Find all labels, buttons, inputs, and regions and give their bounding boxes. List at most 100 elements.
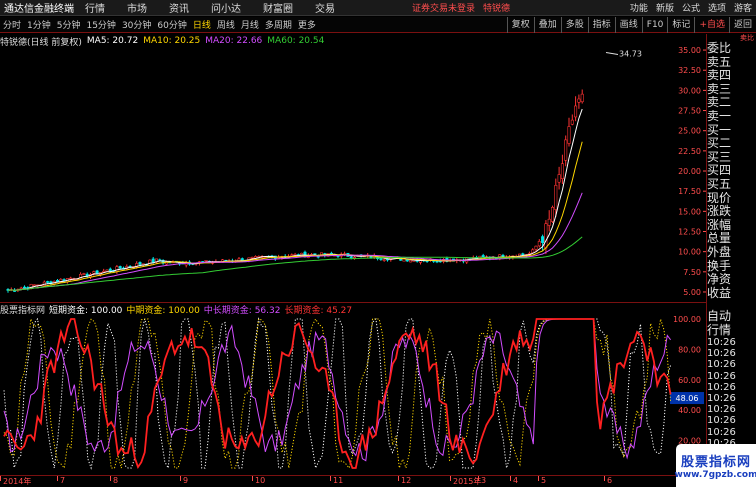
quote-field-label: 买三	[707, 149, 732, 164]
indicator-axis-label: 80.00	[678, 345, 701, 354]
menu-news[interactable]: 资讯	[158, 0, 200, 15]
indicator-chart[interactable]: 100.0080.0060.0040.0020.0048.06	[0, 303, 706, 475]
ma60-line	[7, 236, 583, 291]
short-fund-label: 短期资金: 100.00	[49, 306, 123, 316]
chart-tool-button[interactable]: 返回	[728, 16, 756, 33]
menu-quotes[interactable]: 行情	[74, 0, 116, 15]
candle-body	[382, 259, 386, 261]
timeframe-tab[interactable]: 15分钟	[83, 21, 118, 31]
candle-body	[544, 223, 548, 249]
short-fund-line	[3, 317, 672, 470]
chart-tools: 复权 叠加 多股 指标 画线 F10 标记 +自选 返回	[506, 16, 756, 33]
timeframe-tab[interactable]: 月线	[238, 21, 262, 31]
date-label: 11	[333, 476, 344, 485]
timeframe-tab[interactable]: 1分钟	[24, 21, 54, 31]
timeframe-tab[interactable]: 日线	[190, 21, 214, 31]
tick-entry: 10:26	[707, 415, 736, 427]
timeframe-tab[interactable]: 周线	[214, 21, 238, 31]
quote-field-label: 卖三	[707, 81, 732, 96]
menu-market[interactable]: 市场	[116, 0, 158, 15]
menu-guest[interactable]: 游客	[734, 1, 752, 14]
menu-new-version[interactable]: 新版	[656, 1, 674, 14]
candle-body	[554, 185, 558, 210]
quote-field-label: 收益	[707, 285, 732, 300]
price-axis-label: 17.50	[678, 187, 701, 196]
menu-function[interactable]: 功能	[630, 1, 648, 14]
auto-toggle[interactable]: 自动	[707, 309, 756, 323]
quote-field-label: 涨幅	[707, 217, 732, 232]
date-tick	[57, 476, 58, 481]
price-axis-label: 12.50	[678, 227, 701, 236]
candle-body	[550, 207, 554, 222]
candle-body	[151, 258, 155, 263]
timeframe-tab[interactable]: 5分钟	[54, 21, 84, 31]
price-axis-label: 35.00	[678, 46, 701, 55]
ma60-label: MA60: 20.54	[267, 36, 325, 46]
candle-body	[32, 284, 36, 287]
mid-fund-line	[3, 317, 672, 470]
candle-body	[567, 126, 571, 144]
date-label: 9	[183, 476, 189, 485]
date-tick	[478, 476, 479, 481]
candle-body	[560, 163, 564, 180]
menu-ask[interactable]: 问小达	[200, 0, 252, 15]
candle-body	[349, 256, 353, 259]
price-axis-label: 22.50	[678, 147, 701, 156]
top-menu-bar: 通达信金融终端 行情 市场 资讯 问小达 财富圈 交易 证券交易未登录 特锐德 …	[0, 0, 756, 16]
candle-body	[574, 105, 578, 118]
chart-tool-button[interactable]: F10	[641, 16, 668, 33]
candlestick-chart[interactable]: 35.00 32.50 30.00 27.50 25.00 22.50 20.00 17.50…	[0, 34, 706, 302]
indicator-axis-label: 60.00	[678, 376, 701, 385]
tick-entry: 10:26	[707, 404, 736, 416]
midlong-fund-label: 中长期资金: 56.32	[203, 306, 281, 316]
candle-body	[290, 254, 294, 257]
candle-body	[379, 258, 383, 260]
menu-formula[interactable]: 公式	[682, 1, 700, 14]
candle-body	[547, 218, 551, 226]
date-tick	[398, 476, 399, 481]
candle-body	[22, 286, 26, 289]
price-axis-label: 7.50	[683, 268, 701, 277]
candle-body	[92, 271, 96, 274]
menu-options[interactable]: 选项	[708, 1, 726, 14]
quote-field-label: 买一	[707, 122, 732, 137]
app-title: 通达信金融终端	[4, 4, 74, 15]
indicator-axis-label: 40.00	[678, 406, 701, 415]
menu-wealth[interactable]: 财富圈	[252, 0, 304, 15]
date-label: 8	[113, 476, 119, 485]
ma5-line	[7, 108, 583, 291]
login-notice[interactable]: 证券交易未登录	[412, 1, 475, 14]
timeframe-tab[interactable]: 更多	[295, 21, 319, 31]
price-axis-label: 30.00	[678, 86, 701, 95]
candle-body	[108, 268, 112, 272]
date-label: 10	[255, 476, 266, 485]
current-value-label: 48.06	[676, 394, 699, 403]
menu-trade[interactable]: 交易	[304, 0, 346, 15]
ma20-label: MA20: 22.66	[205, 36, 263, 46]
date-tick	[450, 476, 451, 481]
date-tick	[538, 476, 539, 481]
chart-tool-button[interactable]: 标记	[667, 16, 694, 33]
watermark-url: www.7gpzb.com	[674, 470, 756, 480]
timeframe-tab[interactable]: 多周期	[262, 21, 295, 31]
timeframe-tab[interactable]: 60分钟	[154, 21, 189, 31]
chart-tool-button[interactable]: 多股	[560, 16, 588, 33]
ma5-label: MA5: 20.72	[86, 36, 139, 46]
tick-entry: 10:26	[707, 370, 736, 382]
indicator-legend: 股票指标网 短期资金: 100.00 中期资金: 100.00 中长期资金: 5…	[0, 303, 352, 316]
quote-field-label: 净资	[707, 272, 732, 287]
timeframe-tab[interactable]: 分时	[0, 21, 24, 31]
long-fund-label: 长期资金: 45.27	[284, 306, 353, 316]
quote-field-label: 卖四	[707, 68, 732, 83]
chart-tool-button[interactable]: 指标	[587, 16, 615, 33]
candle-body	[82, 273, 86, 275]
timeframe-tab[interactable]: 30分钟	[119, 21, 154, 31]
quote-field-label: 总量	[707, 231, 732, 246]
chart-tool-button[interactable]: +自选	[694, 16, 729, 33]
candle-body	[69, 277, 73, 280]
chart-tool-button[interactable]: 叠加	[533, 16, 561, 33]
chart-tool-button[interactable]: 画线	[614, 16, 642, 33]
candle-body	[577, 98, 581, 103]
chart-tool-button[interactable]: 复权	[506, 16, 534, 33]
quote-field-label: 卖五	[707, 54, 732, 69]
